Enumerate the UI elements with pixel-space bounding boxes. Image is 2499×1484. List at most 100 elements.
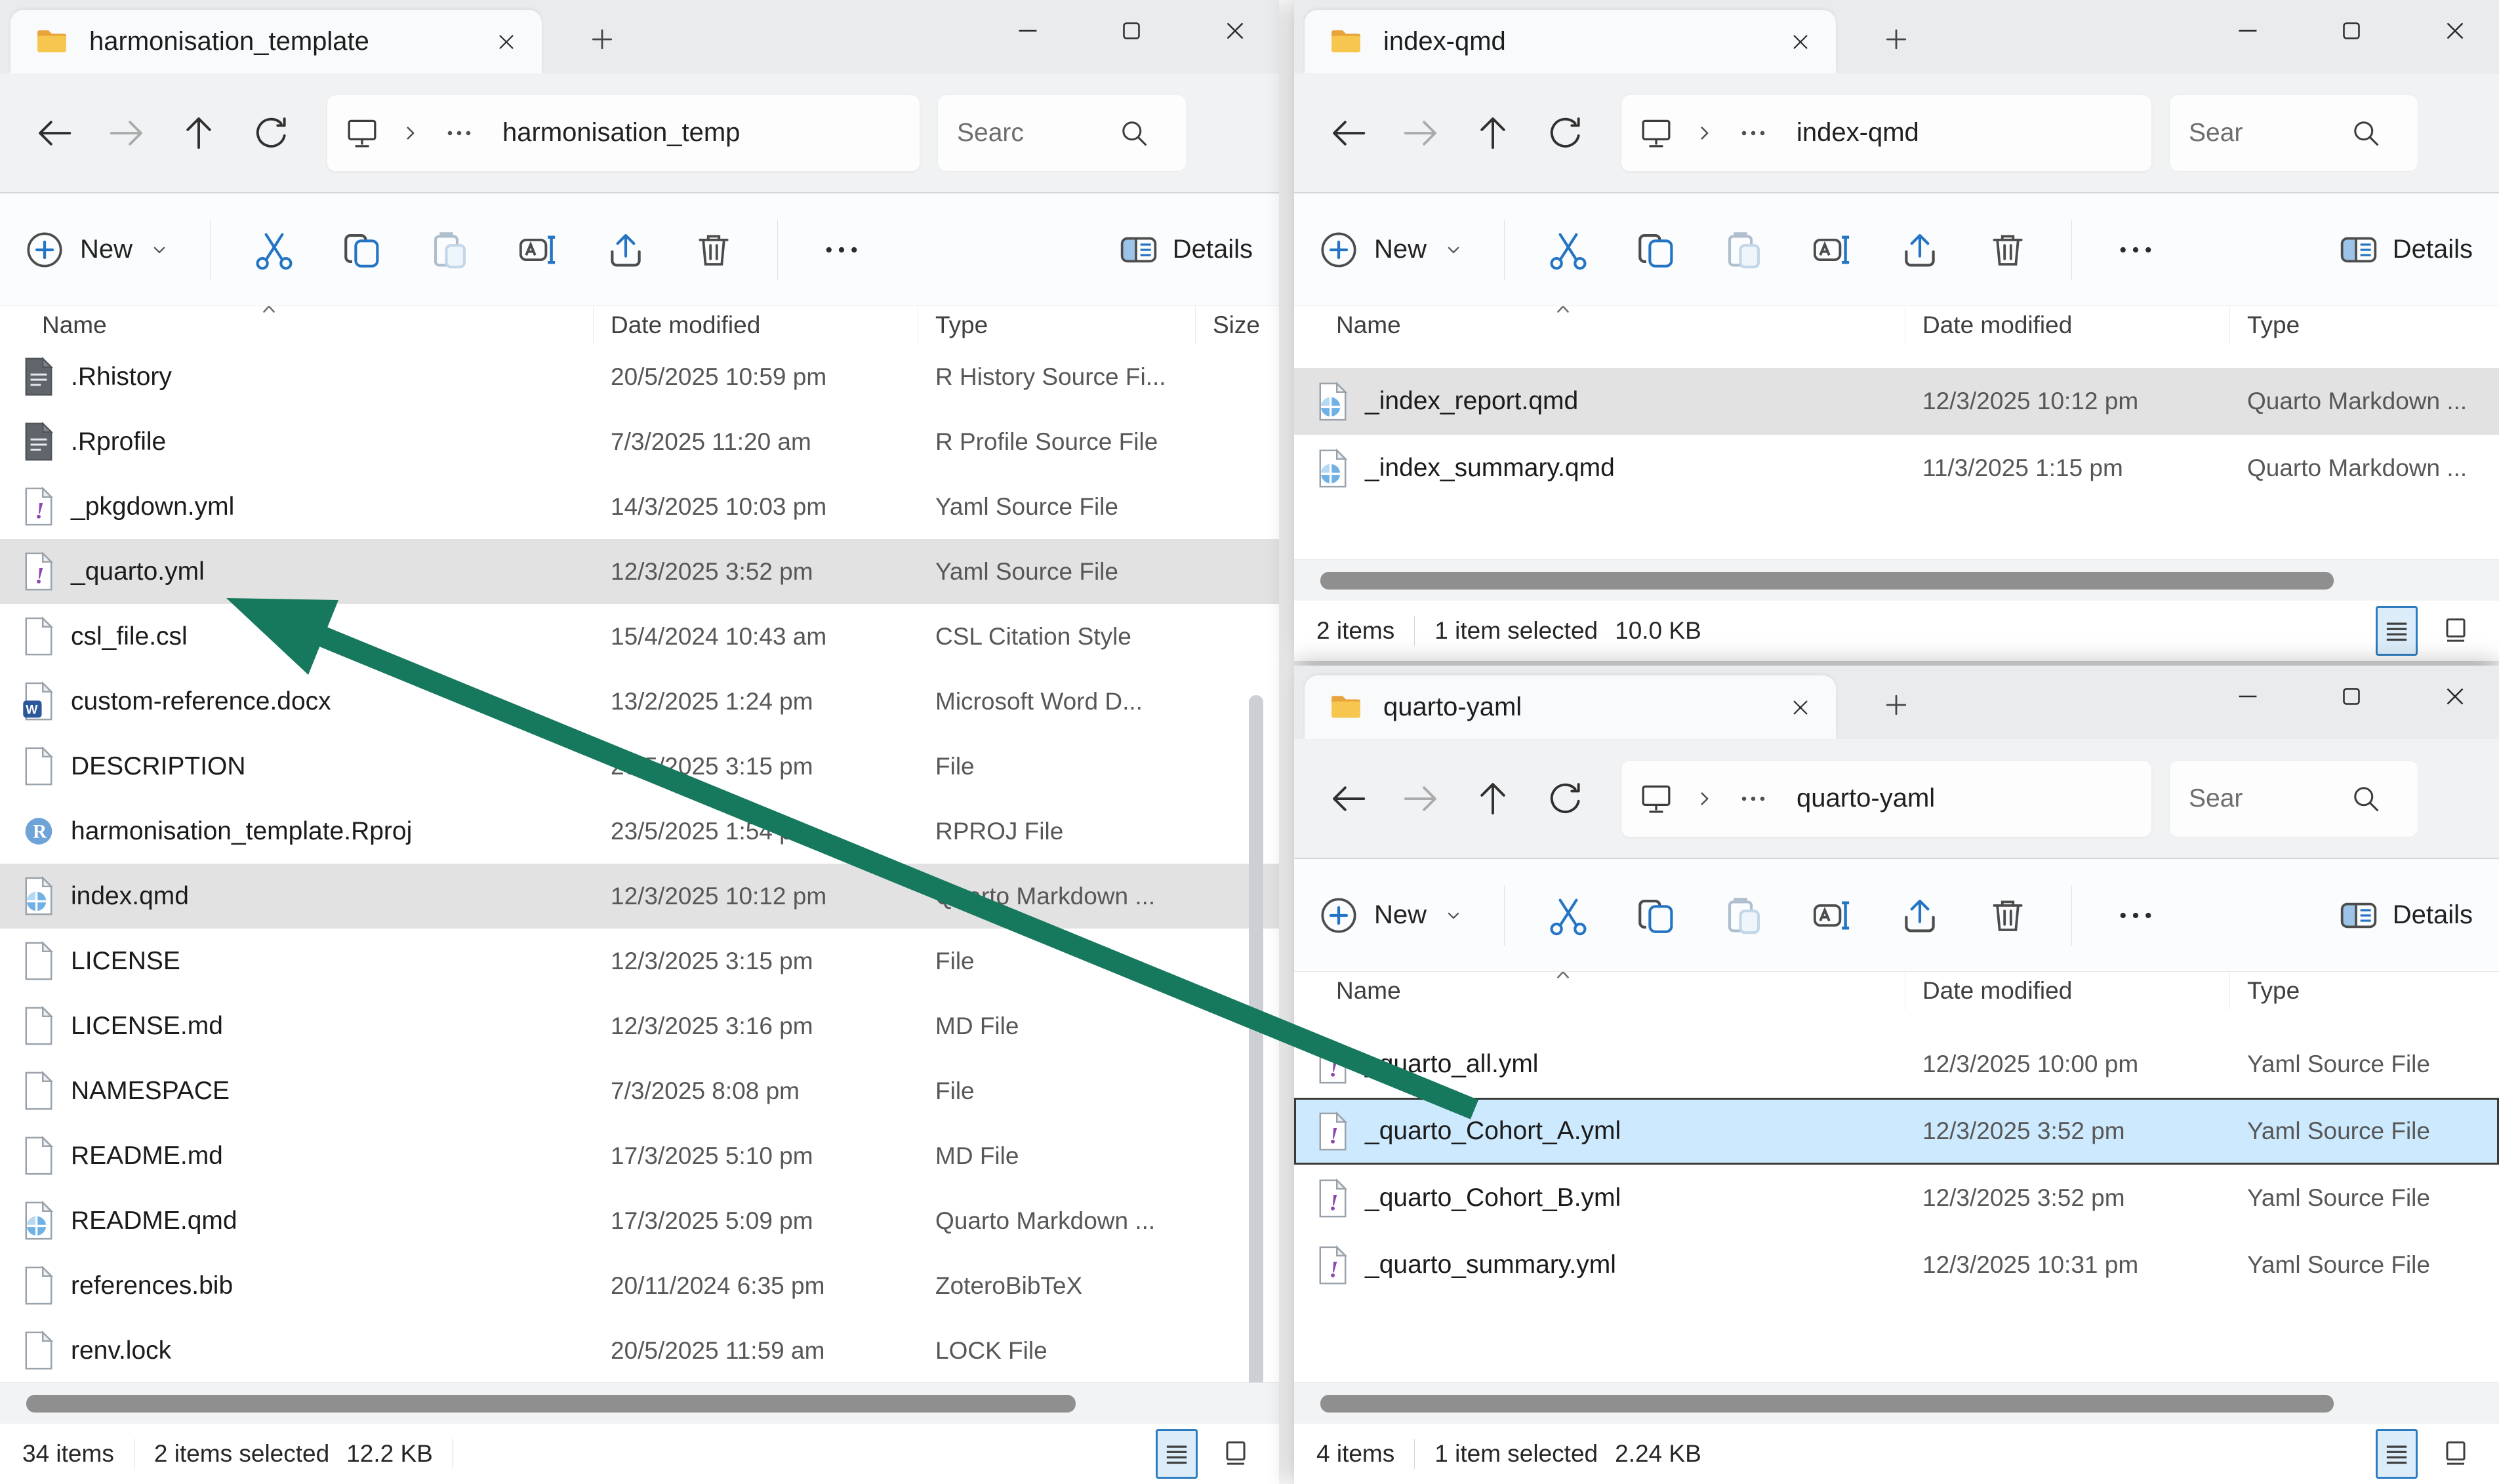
tab-close-icon[interactable]	[1787, 29, 1814, 55]
search-box[interactable]: Searc	[937, 94, 1187, 172]
column-header-type[interactable]: Type	[918, 306, 1196, 344]
rename-button[interactable]	[494, 206, 582, 294]
file-row[interactable]: !_quarto.yml12/3/2025 3:52 pmYaml Source…	[0, 539, 1279, 604]
address-bar[interactable]: quarto-yaml	[1621, 760, 2152, 837]
details-view-button[interactable]: Details	[2338, 894, 2473, 936]
up-button[interactable]	[1457, 113, 1529, 153]
folder-tab[interactable]: harmonisation_template	[10, 10, 542, 73]
search-box[interactable]: Sear	[2169, 94, 2418, 172]
rename-button[interactable]	[1788, 872, 1876, 959]
file-row[interactable]: LICENSE12/3/2025 3:15 pmFile	[0, 929, 1279, 993]
file-row[interactable]: DESCRIPTION20/5/2025 3:15 pmFile	[0, 734, 1279, 799]
share-button[interactable]	[1876, 206, 1964, 294]
refresh-button[interactable]	[1529, 113, 1601, 153]
tab-close-icon[interactable]	[1787, 694, 1814, 721]
horizontal-scrollbar[interactable]	[0, 1382, 1279, 1424]
file-row[interactable]: references.bib20/11/2024 6:35 pmZoteroBi…	[0, 1253, 1279, 1318]
forward-button[interactable]	[1385, 778, 1457, 819]
copy-button[interactable]	[1612, 872, 1700, 959]
file-row[interactable]: LICENSE.md12/3/2025 3:16 pmMD File	[0, 993, 1279, 1058]
file-row[interactable]: !_quarto_Cohort_B.yml12/3/2025 3:52 pmYa…	[1294, 1165, 2499, 1232]
details-view-button[interactable]: Details	[1118, 229, 1253, 271]
new-button[interactable]: New	[24, 229, 172, 271]
minimize-button[interactable]	[2233, 16, 2263, 46]
more-options-button[interactable]	[2092, 872, 2180, 959]
paste-button[interactable]	[1700, 872, 1788, 959]
new-button[interactable]: New	[1318, 894, 1466, 936]
more-options-button[interactable]	[798, 206, 885, 294]
tab-close-icon[interactable]	[493, 29, 519, 55]
maximize-button[interactable]	[1116, 16, 1147, 46]
horizontal-scrollbar[interactable]	[1294, 1382, 2499, 1424]
file-row[interactable]: index.qmd12/3/2025 10:12 pmQuarto Markdo…	[0, 864, 1279, 929]
details-view-toggle[interactable]	[1156, 1429, 1198, 1479]
file-row[interactable]: !_pkgdown.yml14/3/2025 10:03 pmYaml Sour…	[0, 474, 1279, 539]
back-button[interactable]	[18, 113, 91, 153]
breadcrumb-ellipsis-icon[interactable]	[1735, 115, 1772, 151]
file-row[interactable]: Rharmonisation_template.Rproj23/5/2025 1…	[0, 799, 1279, 864]
search-box[interactable]: Sear	[2169, 760, 2418, 837]
horizontal-scrollbar-thumb[interactable]	[26, 1395, 1076, 1413]
file-row[interactable]: _index_report.qmd12/3/2025 10:12 pmQuart…	[1294, 368, 2499, 435]
file-row[interactable]: Wcustom-reference.docx13/2/2025 1:24 pmM…	[0, 669, 1279, 734]
file-row[interactable]: renv.lock20/5/2025 11:59 amLOCK File	[0, 1318, 1279, 1383]
file-row[interactable]: !_quarto_all.yml12/3/2025 10:00 pmYaml S…	[1294, 1031, 2499, 1098]
horizontal-scrollbar-thumb[interactable]	[1320, 1395, 2334, 1413]
column-header-date-modified[interactable]: Date modified	[1905, 972, 2230, 1010]
cut-button[interactable]	[230, 206, 318, 294]
column-header-date-modified[interactable]: Date modified	[1905, 306, 2230, 344]
close-button[interactable]	[2440, 681, 2470, 712]
horizontal-scrollbar-thumb[interactable]	[1320, 572, 2334, 590]
close-button[interactable]	[1220, 16, 1250, 46]
file-row[interactable]: .Rprofile7/3/2025 11:20 amR Profile Sour…	[0, 409, 1279, 474]
back-button[interactable]	[1312, 113, 1385, 153]
refresh-button[interactable]	[1529, 778, 1601, 819]
delete-button[interactable]	[670, 206, 758, 294]
close-button[interactable]	[2440, 16, 2470, 46]
details-view-button[interactable]: Details	[2338, 229, 2473, 271]
folder-tab[interactable]: index-qmd	[1305, 10, 1836, 73]
column-header-name[interactable]: Name	[1294, 306, 1905, 344]
column-header-name[interactable]: Name	[1294, 972, 1905, 1010]
breadcrumb-current-folder[interactable]: quarto-yaml	[1797, 784, 1935, 813]
copy-button[interactable]	[318, 206, 406, 294]
address-bar[interactable]: index-qmd	[1621, 94, 2152, 172]
file-row[interactable]: !_quarto_summary.yml12/3/2025 10:31 pmYa…	[1294, 1232, 2499, 1298]
vertical-scrollbar[interactable]	[1249, 695, 1263, 1402]
new-button[interactable]: New	[1318, 229, 1466, 271]
large-icons-view-toggle[interactable]	[2435, 606, 2477, 656]
file-row[interactable]: .Rhistory20/5/2025 10:59 pmR History Sou…	[0, 344, 1279, 409]
column-header-date-modified[interactable]: Date modified	[594, 306, 918, 344]
forward-button[interactable]	[1385, 113, 1457, 153]
forward-button[interactable]	[91, 113, 163, 153]
cut-button[interactable]	[1524, 206, 1612, 294]
delete-button[interactable]	[1964, 206, 2052, 294]
refresh-button[interactable]	[235, 113, 307, 153]
horizontal-scrollbar[interactable]	[1294, 559, 2499, 601]
new-tab-button[interactable]	[1882, 691, 1911, 719]
breadcrumb-current-folder[interactable]: index-qmd	[1797, 118, 1919, 148]
file-row[interactable]: README.qmd17/3/2025 5:09 pmQuarto Markdo…	[0, 1188, 1279, 1253]
minimize-button[interactable]	[1013, 16, 1043, 46]
maximize-button[interactable]	[2336, 16, 2367, 46]
maximize-button[interactable]	[2336, 681, 2367, 712]
share-button[interactable]	[582, 206, 670, 294]
file-row[interactable]: !_quarto_Cohort_A.yml12/3/2025 3:52 pmYa…	[1294, 1098, 2499, 1165]
address-bar[interactable]: harmonisation_temp	[327, 94, 920, 172]
more-options-button[interactable]	[2092, 206, 2180, 294]
paste-button[interactable]	[1700, 206, 1788, 294]
file-row[interactable]: README.md17/3/2025 5:10 pmMD File	[0, 1123, 1279, 1188]
file-row[interactable]: csl_file.csl15/4/2024 10:43 amCSL Citati…	[0, 604, 1279, 669]
up-button[interactable]	[1457, 778, 1529, 819]
copy-button[interactable]	[1612, 206, 1700, 294]
paste-button[interactable]	[406, 206, 494, 294]
details-view-toggle[interactable]	[2376, 1429, 2418, 1479]
breadcrumb-ellipsis-icon[interactable]	[1735, 780, 1772, 817]
minimize-button[interactable]	[2233, 681, 2263, 712]
details-view-toggle[interactable]	[2376, 606, 2418, 656]
folder-tab[interactable]: quarto-yaml	[1305, 675, 1836, 739]
breadcrumb-ellipsis-icon[interactable]	[441, 115, 477, 151]
share-button[interactable]	[1876, 872, 1964, 959]
back-button[interactable]	[1312, 778, 1385, 819]
column-header-type[interactable]: Type	[2230, 306, 2499, 344]
